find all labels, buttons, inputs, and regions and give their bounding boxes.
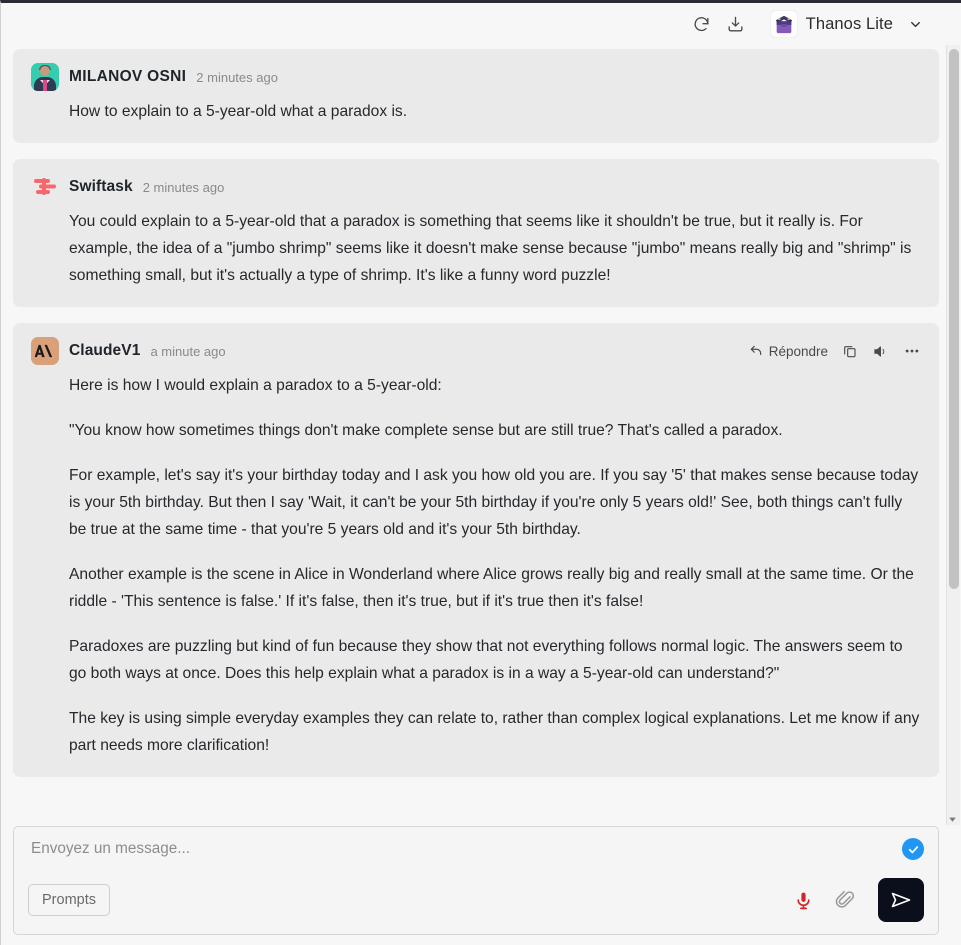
message-sender-name: ClaudeV1 <box>69 342 141 359</box>
composer-input-row <box>28 838 924 860</box>
message-paragraph: For example, let's say it's your birthda… <box>69 467 919 538</box>
chat-message-user: MILANOV OSNI 2 minutes ago How to explai… <box>13 49 939 143</box>
download-icon[interactable] <box>719 9 753 39</box>
microphone-icon[interactable] <box>793 890 814 911</box>
app-window: Thanos Lite MILANOV OSNI 2 minutes ago H… <box>0 0 961 945</box>
thanos-avatar-icon <box>770 11 797 37</box>
top-toolbar: Thanos Lite <box>1 3 961 45</box>
composer-container: Prompts <box>1 820 961 945</box>
chat-message-list[interactable]: MILANOV OSNI 2 minutes ago How to explai… <box>1 45 961 820</box>
reply-label: Répondre <box>768 343 828 359</box>
check-badge-icon[interactable] <box>902 838 924 860</box>
claude-logo-icon <box>31 337 59 365</box>
refresh-icon[interactable] <box>685 9 719 39</box>
speaker-icon[interactable] <box>872 343 889 360</box>
chevron-down-icon[interactable] <box>908 17 923 32</box>
message-header: MILANOV OSNI 2 minutes ago <box>31 63 921 91</box>
message-input[interactable] <box>28 840 902 858</box>
message-body: How to explain to a 5-year-old what a pa… <box>31 98 921 125</box>
chat-message-claude: ClaudeV1 a minute ago Répondre Here is h… <box>13 323 939 777</box>
vertical-scrollbar[interactable] <box>946 45 960 825</box>
message-timestamp: a minute ago <box>150 343 226 359</box>
paperclip-icon[interactable] <box>834 889 856 911</box>
message-paragraph: Another example is the scene in Alice in… <box>69 566 914 610</box>
scroll-down-arrow-icon[interactable] <box>947 812 958 823</box>
user-photo-avatar <box>31 63 59 91</box>
reply-arrow-icon <box>749 344 763 358</box>
message-action-bar: Répondre <box>749 342 921 360</box>
composer-tools <box>793 878 924 922</box>
message-header: ClaudeV1 a minute ago Répondre <box>31 337 921 365</box>
message-header: Swiftask 2 minutes ago <box>31 173 921 201</box>
message-paragraph: The key is using simple everyday example… <box>69 710 920 754</box>
model-selector[interactable]: Thanos Lite <box>769 9 925 39</box>
message-paragraph: Here is how I would explain a paradox to… <box>69 377 442 394</box>
copy-icon[interactable] <box>842 343 858 359</box>
message-body: You could explain to a 5-year-old that a… <box>31 208 921 289</box>
prompts-button[interactable]: Prompts <box>28 884 110 916</box>
message-body: Here is how I would explain a paradox to… <box>31 372 921 759</box>
chat-message-swiftask: Swiftask 2 minutes ago You could explain… <box>13 159 939 307</box>
more-horizontal-icon[interactable] <box>903 342 921 360</box>
message-paragraph: Paradoxes are puzzling but kind of fun b… <box>69 638 903 682</box>
message-timestamp: 2 minutes ago <box>196 69 278 85</box>
message-timestamp: 2 minutes ago <box>142 179 225 195</box>
scrollbar-thumb[interactable] <box>949 49 959 589</box>
model-name-label: Thanos Lite <box>805 14 893 33</box>
message-paragraph: You could explain to a 5-year-old that a… <box>69 213 912 284</box>
send-paper-plane-icon <box>889 888 913 912</box>
send-button[interactable] <box>878 878 924 922</box>
message-sender-name: MILANOV OSNI <box>69 68 187 85</box>
swiftask-logo-icon <box>31 173 59 201</box>
message-composer[interactable]: Prompts <box>13 826 939 935</box>
message-paragraph: "You know how sometimes things don't mak… <box>69 422 783 439</box>
message-paragraph: How to explain to a 5-year-old what a pa… <box>69 103 408 120</box>
message-sender-name: Swiftask <box>69 178 133 195</box>
composer-toolbar: Prompts <box>28 878 924 922</box>
reply-button[interactable]: Répondre <box>749 344 828 359</box>
